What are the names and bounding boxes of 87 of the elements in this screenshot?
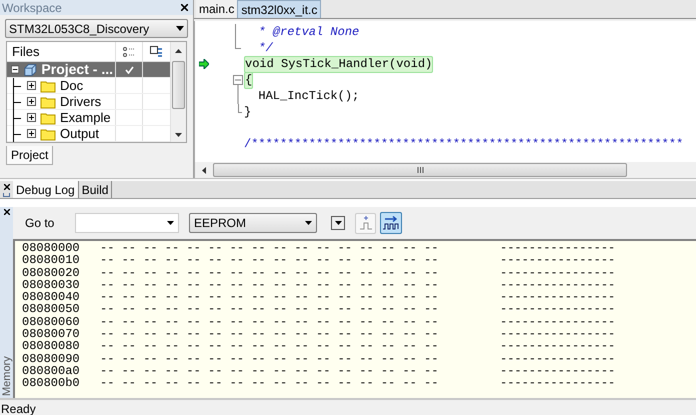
expand-icon[interactable] xyxy=(27,113,36,122)
memory-ascii: ---------------- xyxy=(500,266,616,279)
memory-ascii: ---------------- xyxy=(500,364,616,378)
scrollbar-thumb[interactable] xyxy=(213,163,627,177)
pulse-train-icon xyxy=(383,216,399,230)
memory-address: 080800a0 xyxy=(22,364,81,378)
memory-address: 08080050 xyxy=(22,303,81,316)
tree-item-label: Output xyxy=(59,126,100,141)
close-icon[interactable] xyxy=(4,209,10,215)
cube-icon xyxy=(22,62,38,76)
memory-ascii: ---------------- xyxy=(500,291,616,304)
tree-row[interactable]: Output xyxy=(7,126,170,142)
goto-label: Go to xyxy=(25,215,56,232)
zone-dropdown[interactable]: EEPROM xyxy=(189,213,317,233)
memory-ascii: ---------------- xyxy=(500,254,616,267)
memory-bytes: -- -- -- -- -- -- -- -- -- -- -- -- -- -- -- -- xyxy=(100,377,440,390)
memory-bytes: -- -- -- -- -- -- -- -- -- -- -- -- -- -- -- -- xyxy=(100,254,440,267)
editor-tab[interactable]: stm32l0xx_it.c xyxy=(237,0,322,18)
scroll-left-icon[interactable] xyxy=(202,166,206,174)
memory-address: 08080070 xyxy=(22,328,81,340)
memory-ascii: ---------------- xyxy=(500,242,616,254)
memory-ascii: ---------------- xyxy=(500,328,616,340)
output-tab[interactable]: Debug Log xyxy=(13,181,79,198)
memory-address: 080800b0 xyxy=(22,377,81,390)
memory-bytes: -- -- -- -- -- -- -- -- -- -- -- -- -- -- -- -- xyxy=(100,278,440,292)
code-line: HAL_IncTick(); xyxy=(257,88,360,104)
memory-bytes: -- -- -- -- -- -- -- -- -- -- -- -- -- -- -- -- xyxy=(100,266,440,279)
code-comment: /************************************************************ xyxy=(244,136,684,152)
grip-icon xyxy=(416,167,424,173)
tree-row[interactable]: Doc xyxy=(7,78,170,94)
memory-ascii: ---------------- xyxy=(500,340,616,353)
options-icon[interactable] xyxy=(122,46,136,58)
memory-bytes: -- -- -- -- -- -- -- -- -- -- -- -- -- -- -- -- xyxy=(100,291,440,304)
code-comment: */ xyxy=(257,40,273,56)
tree-item-label: Doc xyxy=(59,78,84,93)
tree-row[interactable]: Example xyxy=(7,110,170,126)
binary-icon[interactable] xyxy=(150,45,162,58)
memory-address: 08080040 xyxy=(22,291,81,304)
memory-ascii: ---------------- xyxy=(500,303,616,316)
scrollbar[interactable] xyxy=(170,42,186,142)
dock-icon[interactable] xyxy=(3,193,10,197)
expand-icon[interactable] xyxy=(27,129,36,138)
caret-icon xyxy=(334,221,342,225)
memory-bytes: -- -- -- -- -- -- -- -- -- -- -- -- -- -- -- -- xyxy=(100,364,440,378)
collapse-icon[interactable] xyxy=(10,65,19,74)
tree-row[interactable]: Drivers xyxy=(7,94,170,110)
scroll-up-icon[interactable] xyxy=(175,49,182,53)
config-dropdown[interactable]: STM32L053C8_Discovery xyxy=(5,19,188,38)
dropdown-button[interactable] xyxy=(331,216,345,230)
panel-title: Memory xyxy=(0,355,12,396)
memory-address: 08080010 xyxy=(22,254,81,267)
column-header[interactable]: Files xyxy=(7,42,115,61)
close-icon xyxy=(180,4,188,11)
live-update-button[interactable] xyxy=(380,212,402,234)
memory-bytes: -- -- -- -- -- -- -- -- -- -- -- -- -- -- -- -- xyxy=(100,303,440,316)
tree-row[interactable]: Project - ... xyxy=(7,62,170,78)
expand-icon[interactable] xyxy=(27,81,36,90)
caret-icon xyxy=(167,221,174,225)
memory-bytes: -- -- -- -- -- -- -- -- -- -- -- -- -- -- -- -- xyxy=(100,242,440,254)
memory-bytes: -- -- -- -- -- -- -- -- -- -- -- -- -- -- -- -- xyxy=(100,316,440,328)
panel-title: Workspace xyxy=(2,0,62,14)
code-comment: * @retval None xyxy=(257,24,360,40)
pulse-icon xyxy=(360,216,372,230)
editor-tab[interactable]: main.c xyxy=(196,0,238,18)
tree-item-label: Drivers xyxy=(59,94,102,109)
memory-address: 08080020 xyxy=(22,266,81,279)
tree-item-label: Project - ... xyxy=(40,62,114,77)
expand-icon[interactable] xyxy=(27,97,36,106)
panel-tab[interactable]: Project xyxy=(6,146,54,165)
scroll-down-icon[interactable] xyxy=(175,133,182,137)
tree-item-label: Example xyxy=(59,110,112,125)
memory-address: 08080000 xyxy=(22,242,81,254)
memory-address: 08080080 xyxy=(22,340,81,353)
memory-bytes: -- -- -- -- -- -- -- -- -- -- -- -- -- -- -- -- xyxy=(100,340,440,353)
caret-icon xyxy=(305,221,312,225)
close-icon[interactable] xyxy=(4,184,10,190)
memory-ascii: ---------------- xyxy=(500,377,616,390)
memory-ascii: ---------------- xyxy=(500,278,616,292)
memory-address: 08080030 xyxy=(22,278,81,292)
code-line: } xyxy=(244,104,252,120)
memory-address: 08080060 xyxy=(22,316,81,328)
caret-icon xyxy=(176,26,184,31)
memory-ascii: ---------------- xyxy=(500,352,616,365)
memory-ascii: ---------------- xyxy=(500,316,616,328)
memory-bytes: -- -- -- -- -- -- -- -- -- -- -- -- -- -- -- -- xyxy=(100,352,440,365)
memory-address: 08080090 xyxy=(22,352,81,365)
memory-bytes: -- -- -- -- -- -- -- -- -- -- -- -- -- -- -- -- xyxy=(100,328,440,340)
